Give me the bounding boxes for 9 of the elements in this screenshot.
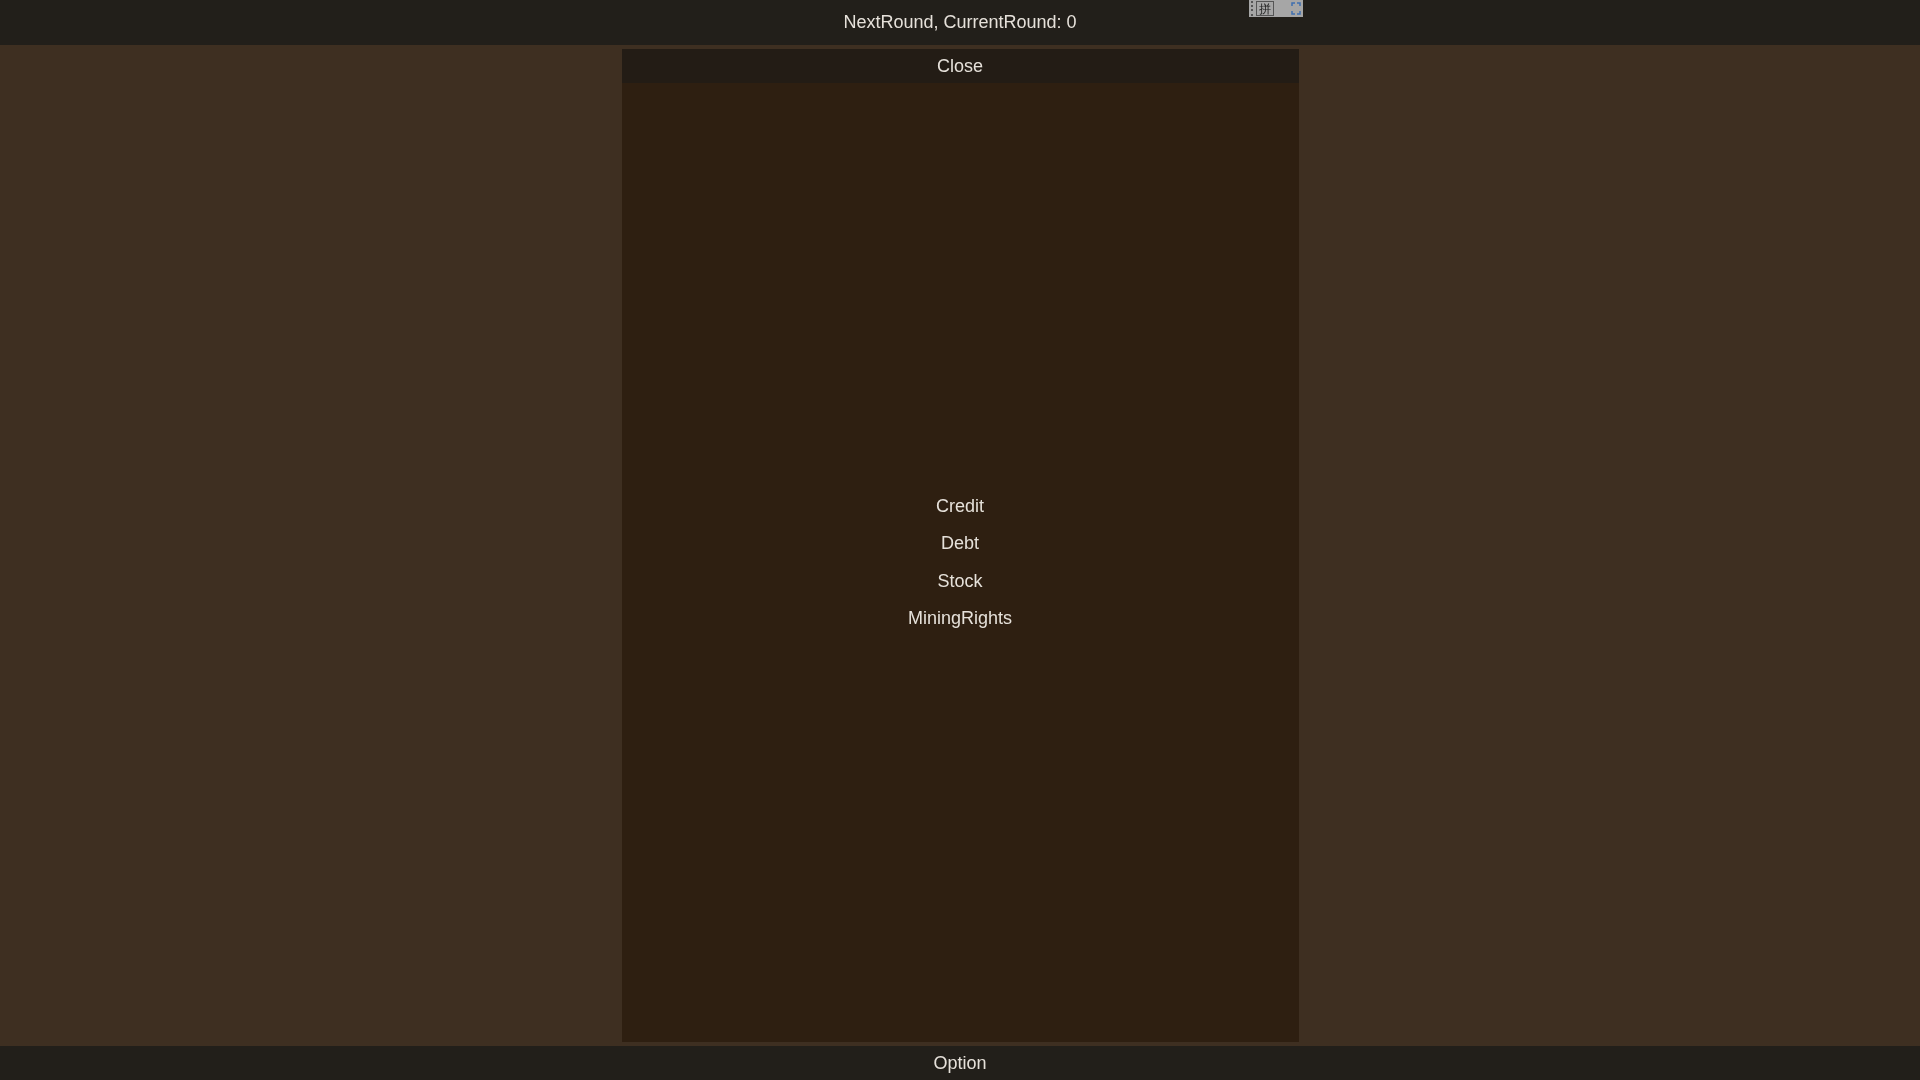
menu-item[interactable]: Stock — [929, 562, 991, 600]
menu-item[interactable]: Credit — [928, 487, 992, 525]
option-button[interactable]: Option — [925, 1046, 995, 1080]
input-mode-button[interactable]: 拼 — [1256, 1, 1274, 16]
menu-item[interactable]: MiningRights — [899, 600, 1020, 638]
menu-item[interactable]: Debt — [933, 525, 987, 563]
round-title: NextRound, CurrentRound: 0 — [843, 11, 1077, 34]
expand-icon[interactable] — [1291, 2, 1301, 15]
close-button[interactable]: Close — [621, 49, 1299, 83]
